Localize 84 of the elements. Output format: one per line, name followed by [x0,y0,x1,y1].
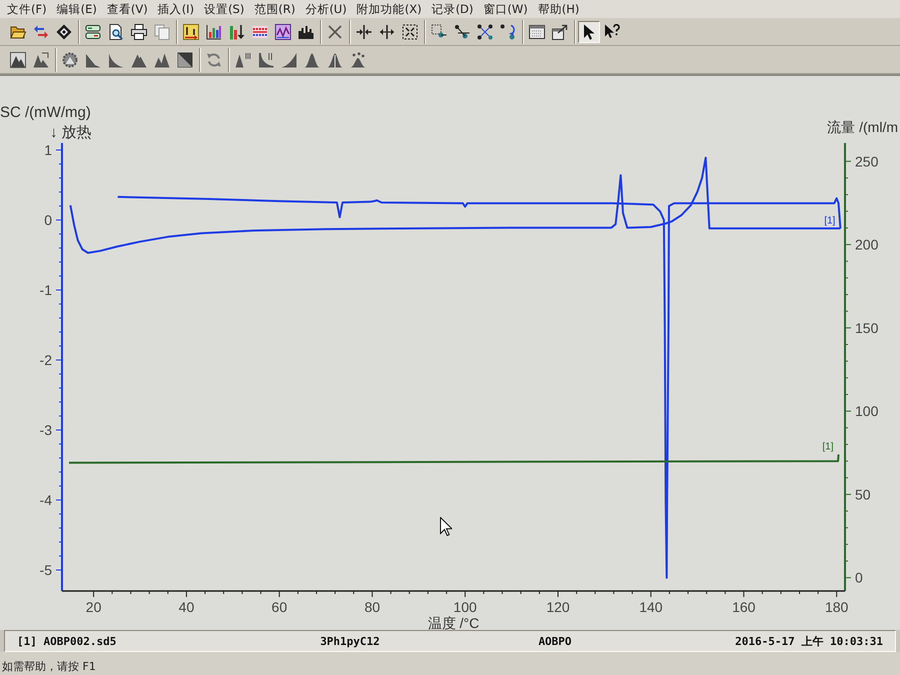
menu-item[interactable]: 设置(S) [199,0,250,18]
peak-ticks-icon [235,52,251,68]
points-arrow-icon [500,24,516,40]
axis-tick-label: 0 [44,212,52,228]
menu-item[interactable]: 记录(D) [426,0,478,18]
axis-tick-label: 0 [855,570,863,586]
refresh-icon [206,52,222,68]
pointer-icon [581,24,597,40]
printer-icon [131,24,147,40]
peak-tile-icon [10,52,26,68]
menu-item[interactable]: 编辑(E) [52,0,102,18]
ramp-icon [281,52,297,68]
chart-arrow-icon [229,24,245,40]
slope-peak-icon [85,52,101,68]
axis-tick-label: -3 [40,422,52,438]
axis-tick-label: 180 [824,599,848,615]
expand-arrows-icon [379,24,395,40]
axis-title: 温度 /°C [428,615,480,630]
status-text: 3Ph1pyC12 [319,634,381,648]
axis-tick-label: 20 [86,599,102,615]
menu-item[interactable]: 分析(U) [300,0,352,18]
axis-tick-label: -2 [40,352,52,368]
status-text: AOBPO [537,634,573,648]
menu-item[interactable]: 文件(F) [2,0,52,18]
gear-peak-icon [62,52,78,68]
point-frame-icon [431,24,447,40]
curve-label: [1] [824,215,836,226]
menu-item[interactable]: 附加功能(X) [352,0,427,18]
panels-icon [85,24,101,40]
pages-icon [154,24,170,40]
corner-points-icon [477,24,493,40]
compress-arrows-icon [356,24,372,40]
axis-tick-label: 80 [364,599,380,615]
axis-tick-label: 100 [855,403,878,420]
axis-tick-label: 140 [639,599,663,615]
striped-lines-icon [252,24,268,40]
menu-item[interactable]: 窗口(W) [478,0,533,18]
axis-title: 流量 /(ml/m [827,119,898,135]
split-peak-icon [327,52,343,68]
help-pointer-icon [604,24,620,40]
curve-label: [1] [822,441,834,452]
corner-triangle-icon [177,52,193,68]
axis-tick-label: -1 [40,282,52,298]
axis-title: SC /(mW/mg) [0,104,91,121]
status-text: [1] AOBP002.sd5 [16,634,118,648]
cross-icon [327,24,343,40]
axis-tick-label: 100 [453,599,477,615]
bell-curve-icon [304,52,320,68]
peak-area-icon [33,52,49,68]
pointer-button[interactable] [578,20,600,42]
step-ticks-icon [258,52,274,68]
double-peak-icon [154,52,170,68]
axis-tick-label: 1 [44,142,52,158]
help-hint-text: 如需帮助，请按 F1 [2,659,96,674]
menu-item[interactable]: 范围(R) [249,0,300,18]
window-icon [529,24,545,40]
dotted-peak-icon [350,52,366,68]
peaks-icon [298,24,314,40]
slope-icon [108,52,124,68]
menu-item[interactable]: 插入(I) [152,0,200,18]
axis-tick-label: 160 [732,599,756,615]
status-text: 2016-5-17 上午 10:03:31 [734,634,884,648]
window-arrow-icon [552,24,568,40]
axis-tick-label: 50 [855,486,871,502]
bar-chart-icon [206,24,222,40]
print-preview-icon [108,24,124,40]
wave-chart-icon [275,24,291,40]
axis-tick-label: 40 [178,599,194,615]
folder-icon [10,24,26,40]
axis-tick-label: 60 [272,599,288,615]
menu-item[interactable]: 查看(V) [102,0,153,18]
exo-direction-label: ↓ 放热 [50,124,92,141]
arrows-icon [33,24,49,40]
axis-tick-label: 120 [546,599,570,615]
diamond-icon [56,24,72,40]
mouse-pointer-icon [440,517,452,536]
axis-tick-label: 250 [855,153,878,170]
menu-item[interactable]: 帮助(H) [532,0,584,18]
points-icon [454,24,470,40]
axis-tick-label: 150 [855,320,878,336]
axis-tick-label: 200 [855,236,878,253]
dotted-frame-icon [402,24,418,40]
axis-tick-label: -4 [40,492,52,508]
axis-tick-label: -5 [40,562,52,578]
